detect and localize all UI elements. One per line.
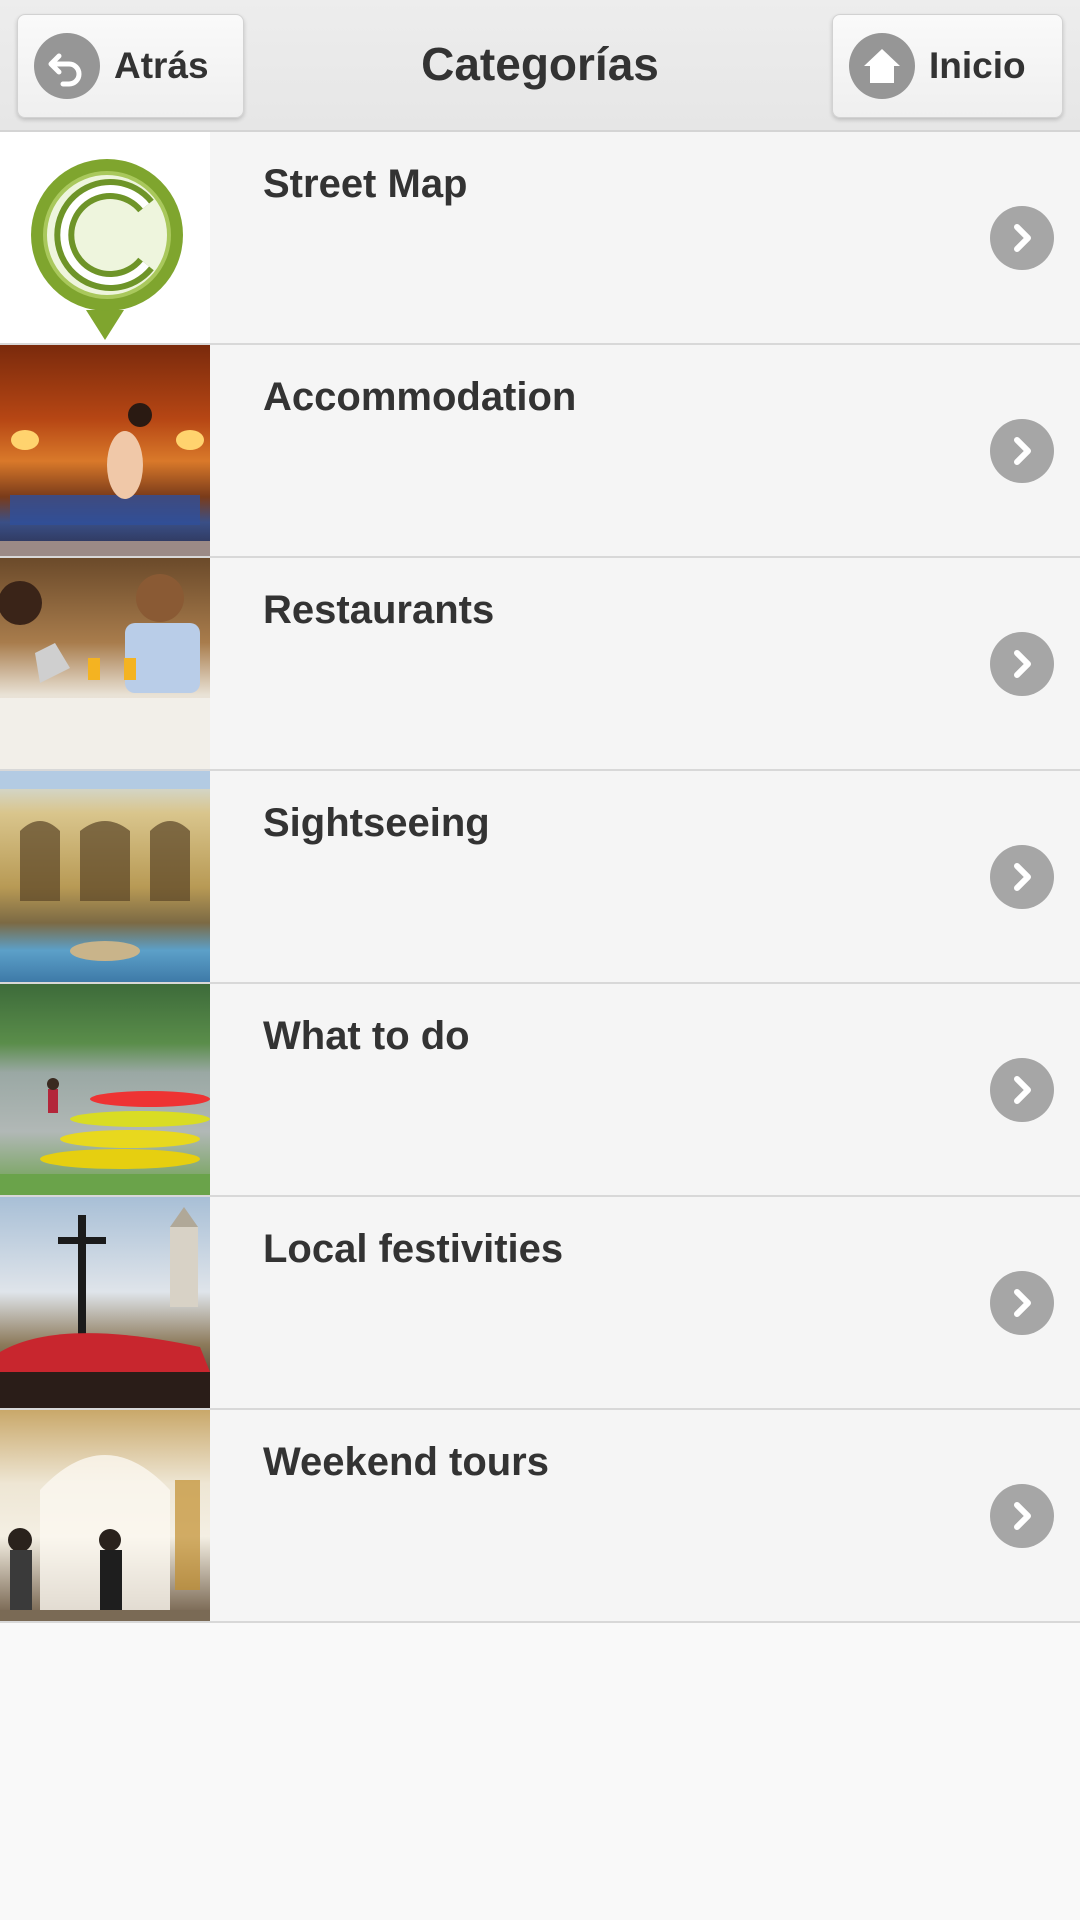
back-button[interactable]: Atrás: [17, 14, 244, 118]
chevron-right-icon: [990, 845, 1054, 909]
chevron-right-icon: [990, 1484, 1054, 1548]
list-item-restaurants[interactable]: Restaurants: [0, 558, 1080, 771]
list-item-label: Restaurants: [263, 588, 495, 632]
map-pin-logo-image: [0, 132, 210, 343]
list-item-weekend-tours[interactable]: Weekend tours: [0, 1410, 1080, 1623]
river-kayaks-photo: [0, 984, 210, 1195]
list-item-street-map[interactable]: Street Map: [0, 132, 1080, 345]
chevron-right-icon: [990, 206, 1054, 270]
home-button-label: Inicio: [929, 45, 1026, 86]
back-button-label: Atrás: [114, 45, 209, 86]
church-interior-photo: [0, 1410, 210, 1621]
chevron-right-icon: [990, 1058, 1054, 1122]
back-arrow-icon: [34, 33, 100, 99]
religious-procession-photo: [0, 1197, 210, 1408]
list-item-label: Street Map: [263, 162, 468, 206]
list-item-label: Weekend tours: [263, 1440, 549, 1484]
header-bar: Atrás Categorías Inicio: [0, 0, 1080, 132]
list-item-label: What to do: [263, 1014, 470, 1058]
chevron-right-icon: [990, 632, 1054, 696]
category-list: Street Map Accommodation Restaurants Sig…: [0, 132, 1080, 1623]
hotel-room-photo: [0, 345, 210, 556]
list-item-sightseeing[interactable]: Sightseeing: [0, 771, 1080, 984]
list-item-label: Local festivities: [263, 1227, 564, 1271]
palace-courtyard-photo: [0, 771, 210, 982]
restaurant-dinner-photo: [0, 558, 210, 769]
home-button[interactable]: Inicio: [832, 14, 1063, 118]
list-item-accommodation[interactable]: Accommodation: [0, 345, 1080, 558]
home-icon: [849, 33, 915, 99]
chevron-right-icon: [990, 1271, 1054, 1335]
list-item-local-festivities[interactable]: Local festivities: [0, 1197, 1080, 1410]
chevron-right-icon: [990, 419, 1054, 483]
list-item-what-to-do[interactable]: What to do: [0, 984, 1080, 1197]
list-item-label: Accommodation: [263, 375, 577, 419]
list-item-label: Sightseeing: [263, 801, 490, 845]
